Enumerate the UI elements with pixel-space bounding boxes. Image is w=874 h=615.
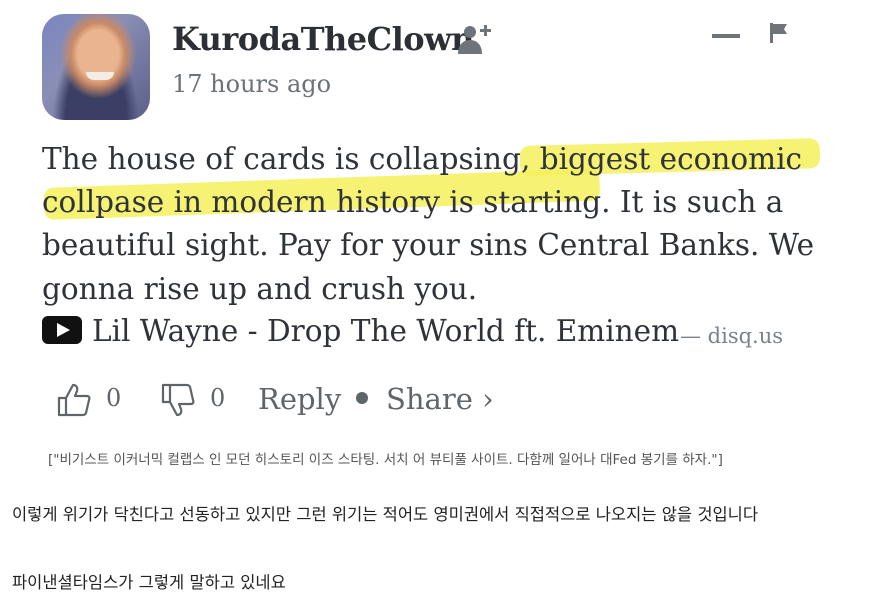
comment-body-line: The house of cards is collapsing, bigges… [42,142,803,176]
comment-body-line: gonna rise up and crush you. [42,272,478,306]
thumbs-up-icon[interactable] [56,382,92,418]
username-link[interactable]: KurodaTheClown [172,20,474,58]
embed-title[interactable]: Lil Wayne - Drop The World ft. Eminem [92,314,679,348]
thumbs-down-icon[interactable] [160,382,196,418]
downvote-count: 0 [210,384,226,412]
embed-source[interactable]: — disq.us [680,324,783,348]
reply-button[interactable]: Reply [258,382,341,416]
upvote-count: 0 [106,384,122,412]
youtube-play-icon [42,316,82,344]
separator-dot [356,392,368,404]
paragraph: 이렇게 위기가 닥친다고 선동하고 있지만 그런 위기는 적어도 영미권에서 직… [12,505,759,524]
comment-actions: 0 0 Reply Share › [0,370,874,430]
disqus-comment: KurodaTheClown 17 hours ago The house of… [0,0,874,440]
paragraph: 파이낸셜타임스가 그렇게 말하고 있네요 [12,573,286,592]
avatar[interactable] [42,14,150,120]
collapse-icon[interactable] [712,34,740,38]
follow-user-icon[interactable] [456,22,494,56]
translation-caption: ["비기스트 이커너믹 컬랩스 인 모던 히스토리 이즈 스타팅. 서치 어 뷰… [48,452,723,468]
comment-body-line: beautiful sight. Pay for your sins Centr… [42,228,815,262]
comment-body-line: collpase in modern history is starting. … [42,185,784,219]
share-button[interactable]: Share › [386,382,494,416]
comment-timestamp[interactable]: 17 hours ago [172,70,331,98]
flag-icon[interactable] [768,22,790,44]
